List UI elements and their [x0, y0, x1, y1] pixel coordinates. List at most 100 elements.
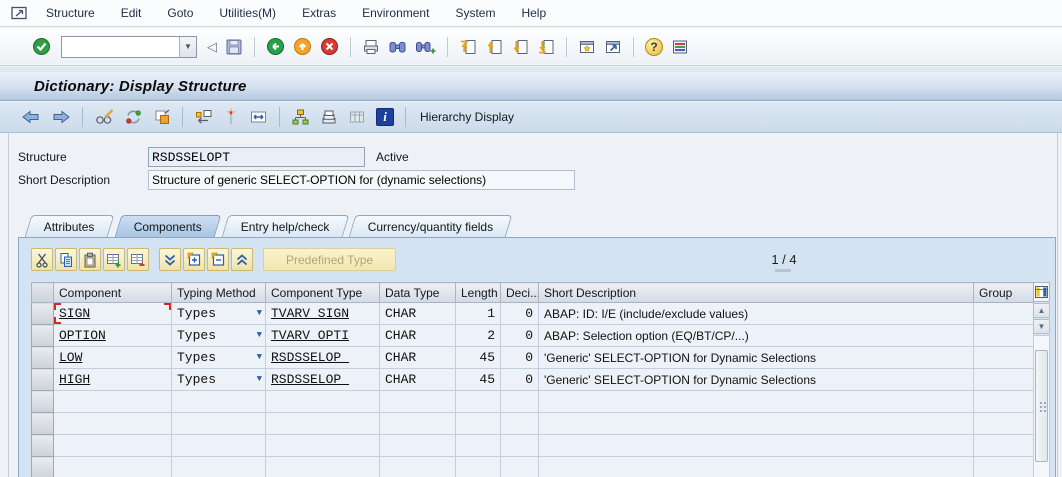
length-cell[interactable]: 45	[455, 346, 501, 369]
help-button[interactable]: ?	[645, 37, 663, 56]
data-type-cell[interactable]: CHAR	[379, 324, 456, 347]
row-selector[interactable]	[31, 390, 54, 413]
create-shortcut-button[interactable]	[604, 38, 622, 56]
component-type-link[interactable]: TVARV_OPTI	[271, 328, 349, 343]
menu-structure[interactable]: Structure	[44, 3, 97, 23]
component-type-link[interactable]: RSDSSELOP_	[271, 350, 349, 365]
column-header-length[interactable]: Length	[455, 282, 501, 303]
last-page-button[interactable]	[537, 38, 555, 56]
length-cell[interactable]: 45	[455, 368, 501, 391]
customize-layout-button[interactable]	[671, 38, 689, 56]
decimals-cell[interactable]: 0	[500, 368, 539, 391]
display-change-button[interactable]	[94, 108, 114, 126]
tab-components[interactable]: Components	[114, 215, 222, 237]
structure-field[interactable]	[148, 147, 365, 167]
component-cell[interactable]: LOW	[53, 346, 172, 369]
component-type-link[interactable]: TVARV_SIGN	[271, 306, 349, 321]
cancel-button[interactable]	[320, 37, 339, 56]
column-header-decimals[interactable]: Deci...	[500, 282, 539, 303]
length-cell[interactable]: 2	[455, 324, 501, 347]
copy-button[interactable]	[55, 248, 77, 271]
previous-page-button[interactable]	[485, 38, 503, 56]
row-selector[interactable]	[31, 412, 54, 435]
previous-object-button[interactable]	[21, 109, 41, 125]
typing-method-cell[interactable]: Types ▼	[171, 368, 266, 391]
component-type-cell[interactable]: TVARV_SIGN	[265, 302, 380, 325]
menu-goto[interactable]: Goto	[165, 3, 195, 23]
table-settings-button[interactable]	[1033, 282, 1050, 302]
short-description-cell[interactable]: 'Generic' SELECT-OPTION for Dynamic Sele…	[538, 368, 974, 391]
new-session-button[interactable]	[578, 38, 596, 56]
find-button[interactable]	[388, 38, 407, 56]
typing-method-cell[interactable]: Types ▼	[171, 302, 266, 325]
short-description-field[interactable]	[148, 170, 575, 190]
typing-method-cell[interactable]: Types ▼	[171, 346, 266, 369]
row-selector[interactable]	[31, 346, 54, 369]
short-description-cell[interactable]: 'Generic' SELECT-OPTION for Dynamic Sele…	[538, 346, 974, 369]
insert-row-button[interactable]	[103, 248, 125, 271]
decimals-cell[interactable]: 0	[500, 302, 539, 325]
typing-method-dropdown-icon[interactable]: ▼	[257, 353, 262, 362]
decimals-cell[interactable]: 0	[500, 346, 539, 369]
system-menu-icon[interactable]	[10, 5, 30, 21]
where-used-button[interactable]	[194, 108, 213, 126]
data-type-cell[interactable]: CHAR	[379, 346, 456, 369]
command-field[interactable]	[62, 37, 179, 56]
menu-utilities[interactable]: Utilities(M)	[217, 3, 278, 23]
save-button[interactable]	[225, 38, 243, 56]
refresh-button[interactable]	[124, 108, 143, 126]
group-cell[interactable]	[973, 346, 1034, 369]
menu-extras[interactable]: Extras	[300, 3, 338, 23]
select-all-header[interactable]	[31, 282, 54, 303]
column-header-data-type[interactable]: Data Type	[379, 282, 456, 303]
column-header-group[interactable]: Group	[973, 282, 1034, 303]
scrollbar-thumb[interactable]	[1035, 350, 1048, 462]
enter-button[interactable]	[32, 37, 51, 56]
insert-line-button[interactable]	[183, 248, 205, 271]
menu-help[interactable]: Help	[519, 3, 548, 23]
paste-button[interactable]	[79, 248, 101, 271]
row-selector[interactable]	[31, 324, 54, 347]
group-cell[interactable]	[973, 302, 1034, 325]
hierarchy-button[interactable]	[291, 108, 310, 126]
short-description-cell[interactable]: ABAP: ID: I/E (include/exclude values)	[538, 302, 974, 325]
typing-method-cell[interactable]: Types ▼	[171, 324, 266, 347]
component-cell[interactable]: HIGH	[53, 368, 172, 391]
typing-method-dropdown-icon[interactable]: ▼	[257, 331, 262, 340]
activate-button[interactable]	[223, 108, 239, 126]
component-link[interactable]: SIGN	[59, 306, 90, 321]
command-dropdown-icon[interactable]: ▼	[179, 36, 196, 57]
select-block-button[interactable]	[159, 248, 181, 271]
runtime-object-button[interactable]	[249, 108, 268, 126]
cut-button[interactable]	[31, 248, 53, 271]
typing-method-dropdown-icon[interactable]: ▼	[257, 309, 262, 318]
menu-system[interactable]: System	[453, 3, 497, 23]
print-button[interactable]	[362, 38, 380, 56]
group-cell[interactable]	[973, 368, 1034, 391]
append-structure-button[interactable]	[320, 108, 338, 126]
component-type-cell[interactable]: RSDSSELOP_	[265, 346, 380, 369]
column-header-short-description[interactable]: Short Description	[538, 282, 974, 303]
scrollbar-down-button[interactable]: ▼	[1033, 319, 1050, 334]
scrollbar-up-button[interactable]: ▲	[1033, 303, 1050, 318]
tab-currency-quantity-fields[interactable]: Currency/quantity fields	[349, 215, 514, 237]
technical-settings-button[interactable]: i	[376, 108, 394, 126]
scrollbar-track[interactable]	[1033, 335, 1050, 477]
delete-row-button[interactable]	[127, 248, 149, 271]
menu-environment[interactable]: Environment	[360, 3, 431, 23]
tab-entry-help-check[interactable]: Entry help/check	[221, 215, 349, 237]
indexes-button[interactable]	[348, 108, 366, 126]
row-selector[interactable]	[31, 368, 54, 391]
component-type-link[interactable]: RSDSSELOP_	[271, 372, 349, 387]
component-type-cell[interactable]: RSDSSELOP_	[265, 368, 380, 391]
row-selector[interactable]	[31, 302, 54, 325]
back-button[interactable]	[266, 37, 285, 56]
decimals-cell[interactable]: 0	[500, 324, 539, 347]
menu-edit[interactable]: Edit	[119, 3, 144, 23]
first-page-button[interactable]	[459, 38, 477, 56]
component-link[interactable]: OPTION	[59, 328, 106, 343]
column-header-typing-method[interactable]: Typing Method	[171, 282, 266, 303]
component-link[interactable]: HIGH	[59, 372, 90, 387]
length-cell[interactable]: 1	[455, 302, 501, 325]
collapse-command-field-button[interactable]: ◁	[207, 39, 217, 55]
